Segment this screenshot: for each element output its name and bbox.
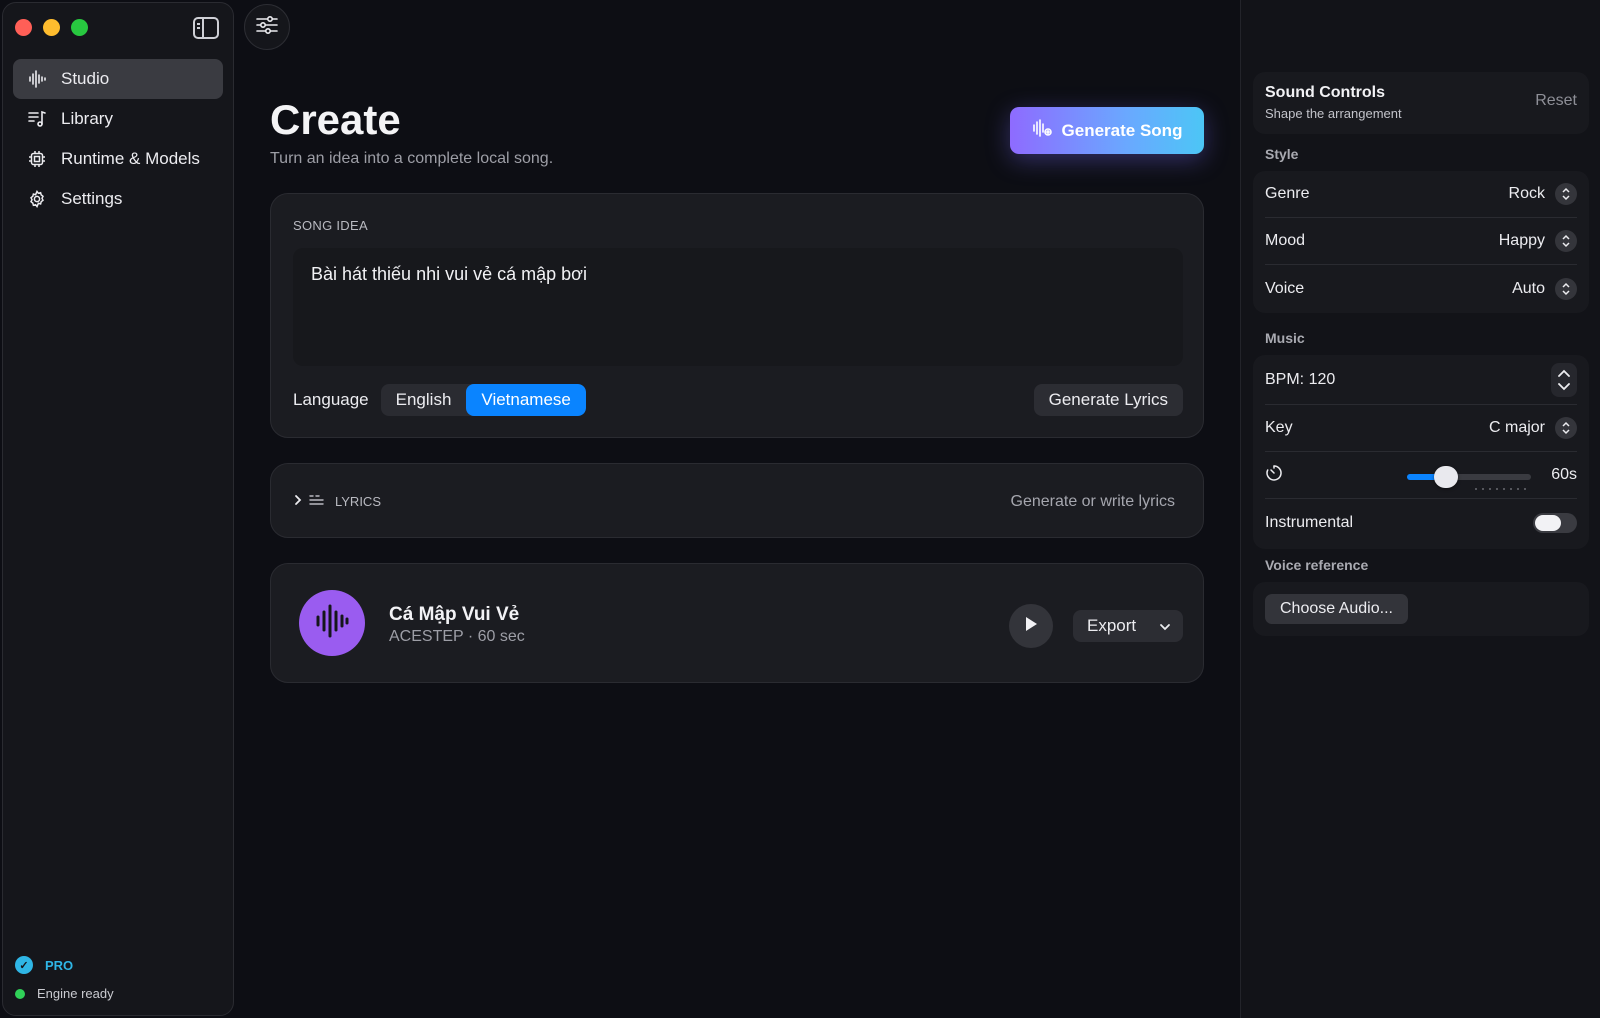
key-label: Key bbox=[1265, 419, 1293, 436]
page-title: Create bbox=[270, 96, 401, 143]
music-section-label: Music bbox=[1265, 330, 1305, 346]
duration-value: 60s bbox=[1551, 466, 1577, 483]
main-content: Create Turn an idea into a complete loca… bbox=[270, 0, 1204, 1018]
window-controls bbox=[15, 19, 88, 36]
status-dot-icon bbox=[15, 988, 25, 999]
waveform-icon bbox=[27, 69, 47, 89]
play-button[interactable] bbox=[1009, 604, 1053, 648]
up-down-chevron-icon[interactable] bbox=[1555, 277, 1577, 300]
song-idea-card: SONG IDEA Bài hát thiếu nhi vui vẻ cá mậ… bbox=[270, 193, 1204, 438]
bpm-text: BPM: 120 bbox=[1265, 370, 1336, 388]
lyrics-card[interactable]: LYRICS Generate or write lyrics bbox=[270, 463, 1204, 538]
voice-value: Auto bbox=[1512, 279, 1545, 297]
gear-icon bbox=[27, 189, 47, 209]
voice-reference-label: Voice reference bbox=[1265, 557, 1369, 573]
sidebar-nav: Studio Library Runtime & Models Settings bbox=[13, 59, 223, 219]
mood-value: Happy bbox=[1498, 232, 1545, 249]
song-idea-label: SONG IDEA bbox=[293, 218, 368, 233]
close-window-button[interactable] bbox=[15, 19, 32, 36]
sound-controls-header: Sound Controls Shape the arrangement Res… bbox=[1253, 72, 1589, 134]
sidebar-item-label: Library bbox=[61, 109, 113, 128]
timer-icon bbox=[1265, 464, 1283, 487]
language-option-vietnamese[interactable]: Vietnamese bbox=[466, 384, 586, 416]
voice-row[interactable]: Voice Auto bbox=[1265, 265, 1577, 312]
language-option-english[interactable]: English bbox=[381, 384, 467, 416]
voice-label: Voice bbox=[1265, 279, 1305, 297]
key-row[interactable]: Key C major bbox=[1265, 405, 1577, 452]
sidebar-item-studio[interactable]: Studio bbox=[13, 59, 223, 99]
page-subtitle: Turn an idea into a complete local song. bbox=[270, 150, 554, 167]
duration-slider[interactable] bbox=[1407, 466, 1531, 488]
app-window: Studio Library Runtime & Models Settings bbox=[0, 0, 1600, 1018]
waveform-icon bbox=[314, 604, 350, 643]
up-down-chevron-icon[interactable] bbox=[1555, 183, 1577, 205]
engine-status: Engine ready bbox=[15, 986, 114, 1001]
style-section-label: Style bbox=[1265, 146, 1299, 162]
sidebar-footer: ✓ PRO Engine ready bbox=[15, 956, 114, 1001]
track-card: Cá Mập Vui Vẻ ACESTEP · 60 sec Export bbox=[270, 563, 1204, 683]
key-value: C major bbox=[1488, 419, 1545, 436]
export-dropdown[interactable]: Export bbox=[1073, 610, 1183, 642]
verified-check-icon: ✓ bbox=[15, 956, 33, 974]
voice-reference-card: Choose Audio... bbox=[1253, 582, 1589, 636]
style-card: Genre Rock Mood Happy Voice Auto bbox=[1253, 171, 1589, 313]
bpm-stepper[interactable] bbox=[1551, 362, 1577, 397]
sidebar-item-label: Runtime & Models bbox=[61, 149, 200, 168]
generate-song-label: Generate Song bbox=[1061, 120, 1183, 140]
cpu-icon bbox=[27, 149, 47, 169]
sidebar-item-runtime-models[interactable]: Runtime & Models bbox=[13, 139, 223, 179]
engine-status-text: Engine ready bbox=[37, 986, 114, 1001]
sound-controls-panel: Sound Controls Shape the arrangement Res… bbox=[1240, 0, 1600, 1018]
instrumental-toggle[interactable] bbox=[1533, 512, 1577, 533]
instrumental-row: Instrumental bbox=[1265, 499, 1577, 546]
minimize-window-button[interactable] bbox=[43, 19, 60, 36]
zoom-window-button[interactable] bbox=[71, 19, 88, 36]
export-label: Export bbox=[1087, 616, 1137, 635]
waveform-plus-icon bbox=[1032, 119, 1052, 142]
pro-badge[interactable]: ✓ PRO bbox=[15, 956, 114, 974]
instrumental-label: Instrumental bbox=[1265, 513, 1354, 531]
sound-controls-title: Sound Controls bbox=[1265, 84, 1385, 101]
up-down-chevron-icon[interactable] bbox=[1555, 417, 1577, 439]
genre-value: Rock bbox=[1508, 185, 1545, 202]
lyrics-disclosure[interactable]: LYRICS bbox=[293, 464, 381, 539]
lyrics-section-label: LYRICS bbox=[335, 494, 381, 509]
track-artwork bbox=[299, 590, 365, 656]
pro-label: PRO bbox=[45, 957, 74, 973]
slider-ticks bbox=[1475, 488, 1531, 490]
reset-button[interactable]: Reset bbox=[1535, 92, 1577, 110]
genre-row[interactable]: Genre Rock bbox=[1265, 171, 1577, 218]
sidebar-item-settings[interactable]: Settings bbox=[13, 179, 223, 219]
chevron-down-icon bbox=[1159, 618, 1171, 638]
lyrics-hint: Generate or write lyrics bbox=[1010, 492, 1176, 510]
mood-label: Mood bbox=[1265, 232, 1306, 249]
up-down-chevron-icon[interactable] bbox=[1555, 230, 1577, 252]
duration-slider-knob[interactable] bbox=[1434, 466, 1458, 488]
generate-song-button[interactable]: Generate Song bbox=[1010, 107, 1204, 154]
lyrics-text-icon bbox=[309, 494, 325, 509]
mood-row[interactable]: Mood Happy bbox=[1265, 218, 1577, 265]
duration-row: 60s bbox=[1265, 452, 1577, 499]
sidebar-item-label: Settings bbox=[61, 189, 123, 208]
sidebar: Studio Library Runtime & Models Settings bbox=[2, 2, 234, 1016]
choose-audio-button[interactable]: Choose Audio... bbox=[1265, 594, 1408, 624]
song-idea-input[interactable]: Bài hát thiếu nhi vui vẻ cá mập bơi bbox=[293, 248, 1183, 366]
sound-controls-subtitle: Shape the arrangement bbox=[1265, 106, 1402, 121]
sidebar-item-library[interactable]: Library bbox=[13, 99, 223, 139]
music-list-icon bbox=[27, 109, 47, 129]
sidebar-toggle-icon[interactable] bbox=[193, 17, 219, 39]
language-row: Language English Vietnamese Generate Lyr… bbox=[293, 384, 1183, 416]
language-label: Language bbox=[293, 390, 369, 409]
language-segmented-control: English Vietnamese bbox=[380, 384, 586, 416]
play-icon bbox=[1024, 616, 1038, 637]
generate-lyrics-button[interactable]: Generate Lyrics bbox=[1033, 384, 1183, 416]
chevron-right-icon bbox=[293, 494, 303, 509]
track-title: Cá Mập Vui Vẻ bbox=[389, 604, 520, 625]
sidebar-item-label: Studio bbox=[61, 69, 110, 88]
track-meta: ACESTEP · 60 sec bbox=[389, 628, 525, 645]
genre-label: Genre bbox=[1265, 185, 1310, 202]
music-card: BPM: 120 Key C major 60s Instrumental bbox=[1253, 355, 1589, 549]
bpm-row[interactable]: BPM: 120 bbox=[1265, 355, 1577, 405]
